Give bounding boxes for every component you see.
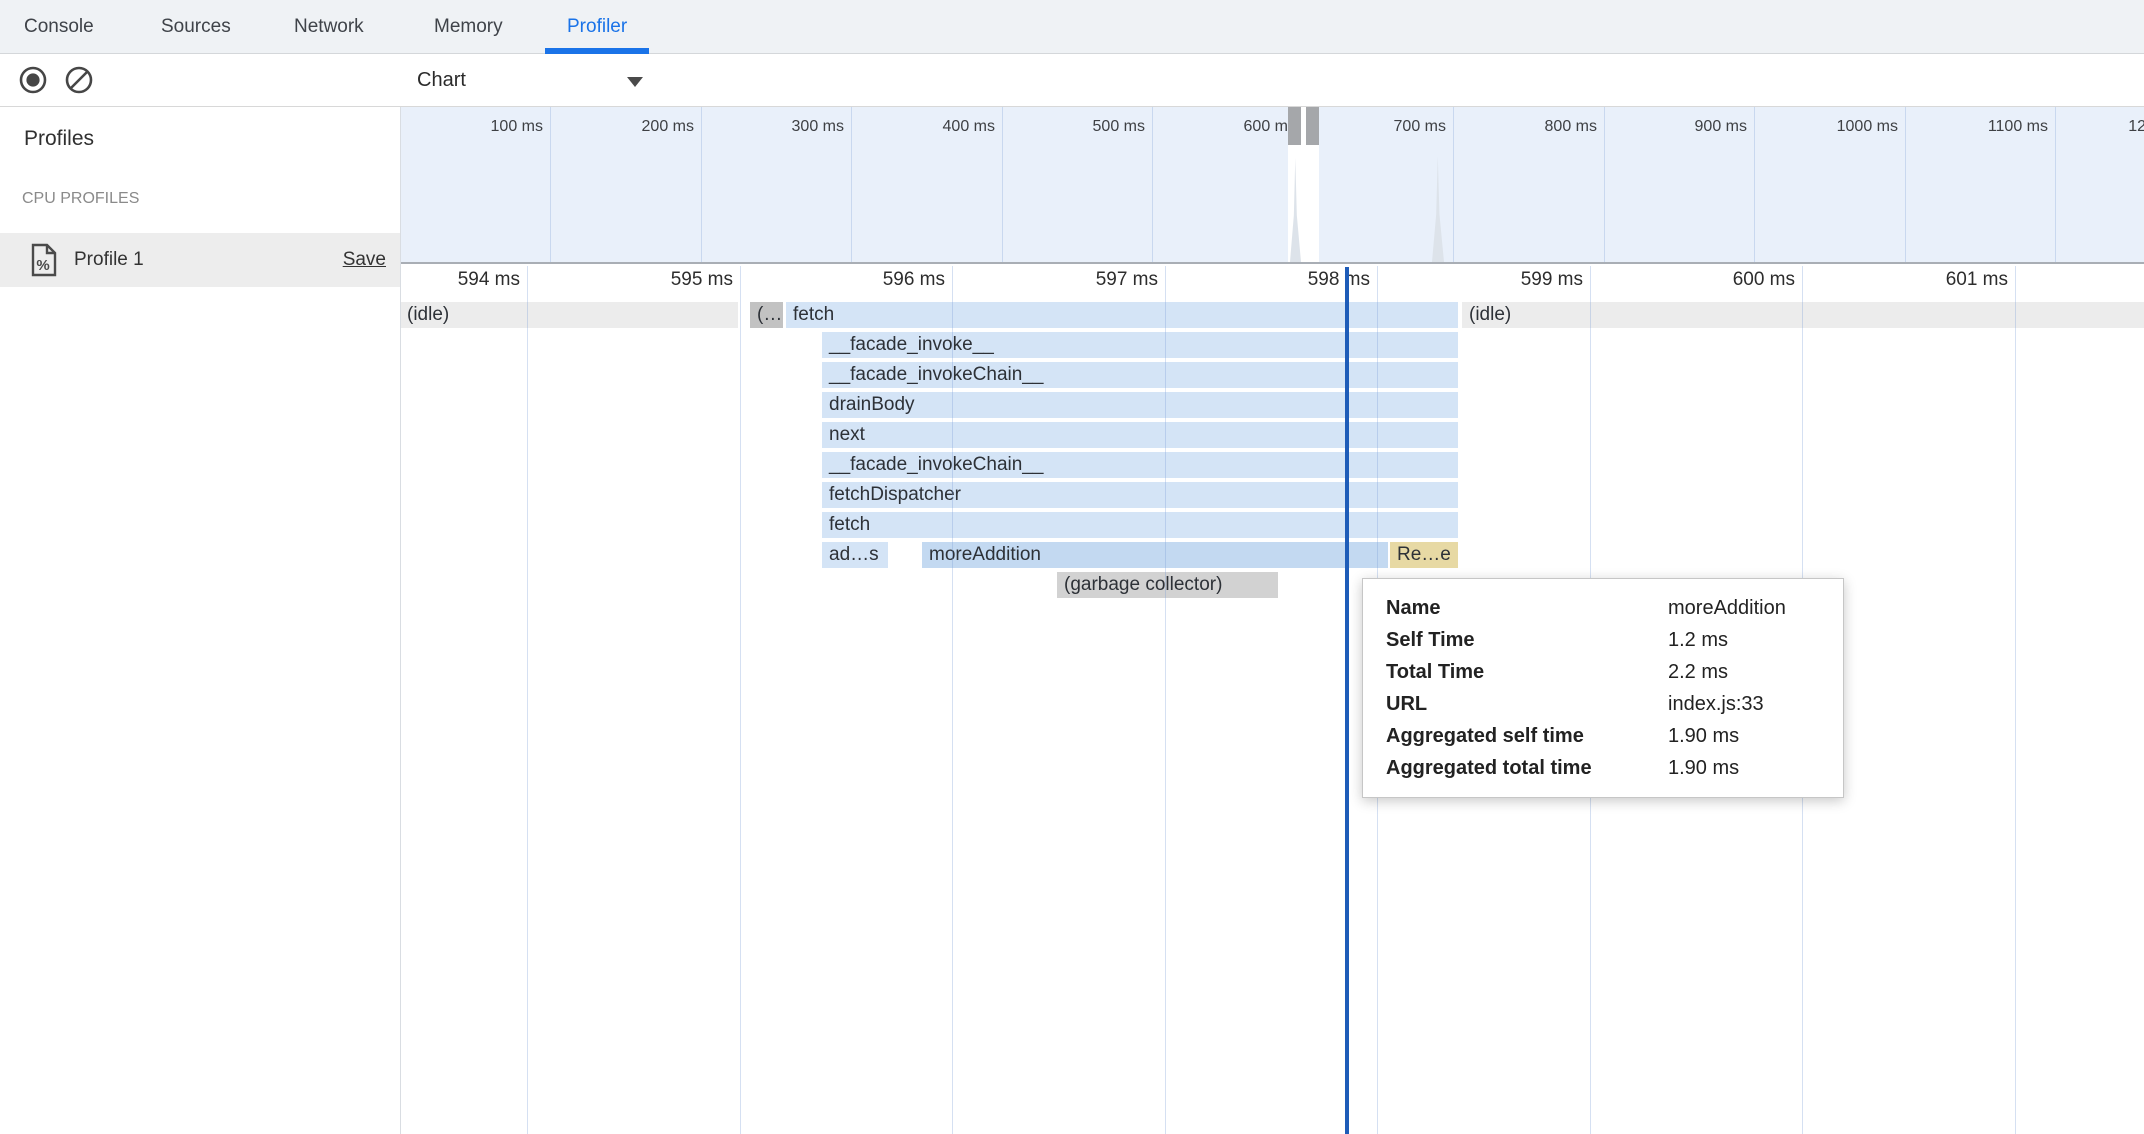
- ruler-tick-label: 600 ms: [1645, 269, 1795, 291]
- devtools-profiler-panel: { "colors": { "accent_blue": "#1a73e8", …: [0, 0, 2144, 1134]
- tab-memory[interactable]: Memory: [434, 0, 503, 53]
- frame-info-tooltip: NamemoreAdditionSelf Time1.2 msTotal Tim…: [1362, 578, 1844, 798]
- flame-bar-moreaddition[interactable]: moreAddition: [922, 542, 1388, 568]
- tooltip-label: Total Time: [1386, 656, 1668, 688]
- cpu-activity-spike: [1432, 156, 1444, 262]
- time-gridline: [527, 266, 528, 1134]
- overview-tick-label: 1000 ms: [1778, 118, 1898, 136]
- tooltip-value: index.js:33: [1668, 688, 1843, 720]
- playhead-line[interactable]: [1345, 267, 1349, 1134]
- flame-bar--idle-[interactable]: (idle): [1462, 302, 2144, 328]
- overview-tick-label: 100 ms: [423, 118, 543, 136]
- tab-sources[interactable]: Sources: [161, 0, 231, 53]
- cpu-profiles-section-label: CPU PROFILES: [22, 190, 139, 208]
- tooltip-label: Self Time: [1386, 624, 1668, 656]
- view-mode-dropdown[interactable]: Chart: [417, 54, 662, 106]
- ruler-tick-label: 595 ms: [583, 269, 733, 291]
- overview-tick-label: 900 ms: [1627, 118, 1747, 136]
- overview-tick-label: 300 ms: [724, 118, 844, 136]
- save-profile-link[interactable]: Save: [343, 233, 386, 287]
- tab-console[interactable]: Console: [24, 0, 94, 53]
- time-gridline: [740, 266, 741, 1134]
- overview-tick-line: [550, 107, 551, 262]
- overview-tick-line: [1905, 107, 1906, 262]
- overview-tick-line: [1152, 107, 1153, 262]
- tooltip-label: Aggregated total time: [1386, 752, 1668, 784]
- record-profile-button[interactable]: [18, 65, 48, 95]
- tooltip-label: Name: [1386, 592, 1668, 624]
- tooltip-row: NamemoreAddition: [1386, 592, 1843, 624]
- flame-bar-fetch[interactable]: fetch: [786, 302, 1458, 328]
- overview-tick-label: 600 ms: [1176, 118, 1296, 136]
- ruler-tick-label: 601 ms: [1858, 269, 2008, 291]
- svg-text:%: %: [36, 257, 49, 274]
- selection-handle-right[interactable]: [1306, 107, 1319, 145]
- tooltip-label: URL: [1386, 688, 1668, 720]
- ruler-tick-label: 599 ms: [1433, 269, 1583, 291]
- overview-tick-line: [1754, 107, 1755, 262]
- tab-network[interactable]: Network: [294, 0, 364, 53]
- sidebar-divider: [400, 54, 401, 1134]
- time-gridline: [2015, 266, 2016, 1134]
- flame-bar--facade-invokechain-[interactable]: __facade_invokeChain__: [822, 362, 1458, 388]
- flame-bar-re-e[interactable]: Re…e: [1390, 542, 1458, 568]
- chevron-down-icon: [627, 77, 643, 87]
- flame-bar--garbage-collector-[interactable]: (garbage collector): [1057, 572, 1278, 598]
- time-gridline: [952, 266, 953, 1134]
- tooltip-value: 1.90 ms: [1668, 720, 1843, 752]
- flame-bar-next[interactable]: next: [822, 422, 1458, 448]
- flame-chart-pane[interactable]: 594 ms595 ms596 ms597 ms598 ms599 ms600 …: [401, 263, 2144, 1134]
- overview-tick-label: 200 ms: [574, 118, 694, 136]
- tooltip-value: 1.90 ms: [1668, 752, 1843, 784]
- flame-bar-fetch[interactable]: fetch: [822, 512, 1458, 538]
- devtools-tab-bar: Console Sources Network Memory Profiler: [0, 0, 2144, 54]
- sidebar-item-profile-1[interactable]: % Profile 1 Save: [0, 233, 400, 287]
- tooltip-label: Aggregated self time: [1386, 720, 1668, 752]
- profile-document-icon: %: [30, 243, 58, 282]
- time-gridline: [1165, 266, 1166, 1134]
- clear-icon: [64, 82, 94, 99]
- record-icon: [18, 82, 48, 99]
- tooltip-value: 2.2 ms: [1668, 656, 1843, 688]
- flame-bar--idle-[interactable]: (idle): [401, 302, 738, 328]
- tooltip-value: 1.2 ms: [1668, 624, 1843, 656]
- tooltip-row: URLindex.js:33: [1386, 688, 1843, 720]
- clear-profiles-button[interactable]: [64, 65, 94, 95]
- overview-tick-line: [1002, 107, 1003, 262]
- timeline-overview[interactable]: 100 ms 200 ms 300 ms 400 ms 500 ms 600 ms 700 …: [401, 107, 2144, 264]
- overview-tick-label: 800 ms: [1477, 118, 1597, 136]
- flame-bar-ad-s[interactable]: ad…s: [822, 542, 888, 568]
- flame-bar-fetchdispatcher[interactable]: fetchDispatcher: [822, 482, 1458, 508]
- view-mode-label: Chart: [417, 69, 466, 91]
- profile-name: Profile 1: [74, 233, 144, 287]
- ruler-tick-label: 594 ms: [401, 269, 520, 291]
- ruler-tick-label: 597 ms: [1008, 269, 1158, 291]
- profiler-toolbar: Chart: [0, 54, 2144, 107]
- overview-tick-line: [1453, 107, 1454, 262]
- flame-bar--facade-invoke-[interactable]: __facade_invoke__: [822, 332, 1458, 358]
- overview-tick-line: [851, 107, 852, 262]
- tooltip-value: moreAddition: [1668, 592, 1843, 624]
- tooltip-row: Total Time2.2 ms: [1386, 656, 1843, 688]
- tooltip-row: Self Time1.2 ms: [1386, 624, 1843, 656]
- tooltip-row: Aggregated self time1.90 ms: [1386, 720, 1843, 752]
- tooltip-row: Aggregated total time1.90 ms: [1386, 752, 1843, 784]
- ruler-tick-label: 596 ms: [795, 269, 945, 291]
- overview-tick-label: 12: [2026, 118, 2144, 136]
- flame-bar-drainbody[interactable]: drainBody: [822, 392, 1458, 418]
- overview-tick-label: 500 ms: [1025, 118, 1145, 136]
- profiles-heading: Profiles: [24, 127, 94, 151]
- overview-tick-label: 400 ms: [875, 118, 995, 136]
- overview-tick-label: 700 ms: [1326, 118, 1446, 136]
- overview-tick-line: [701, 107, 702, 262]
- flame-bar--facade-invokechain-[interactable]: __facade_invokeChain__: [822, 452, 1458, 478]
- overview-tick-line: [1604, 107, 1605, 262]
- tab-profiler[interactable]: Profiler: [567, 0, 627, 53]
- flame-bar--[interactable]: (…: [750, 302, 783, 328]
- selection-handle-left[interactable]: [1288, 107, 1301, 145]
